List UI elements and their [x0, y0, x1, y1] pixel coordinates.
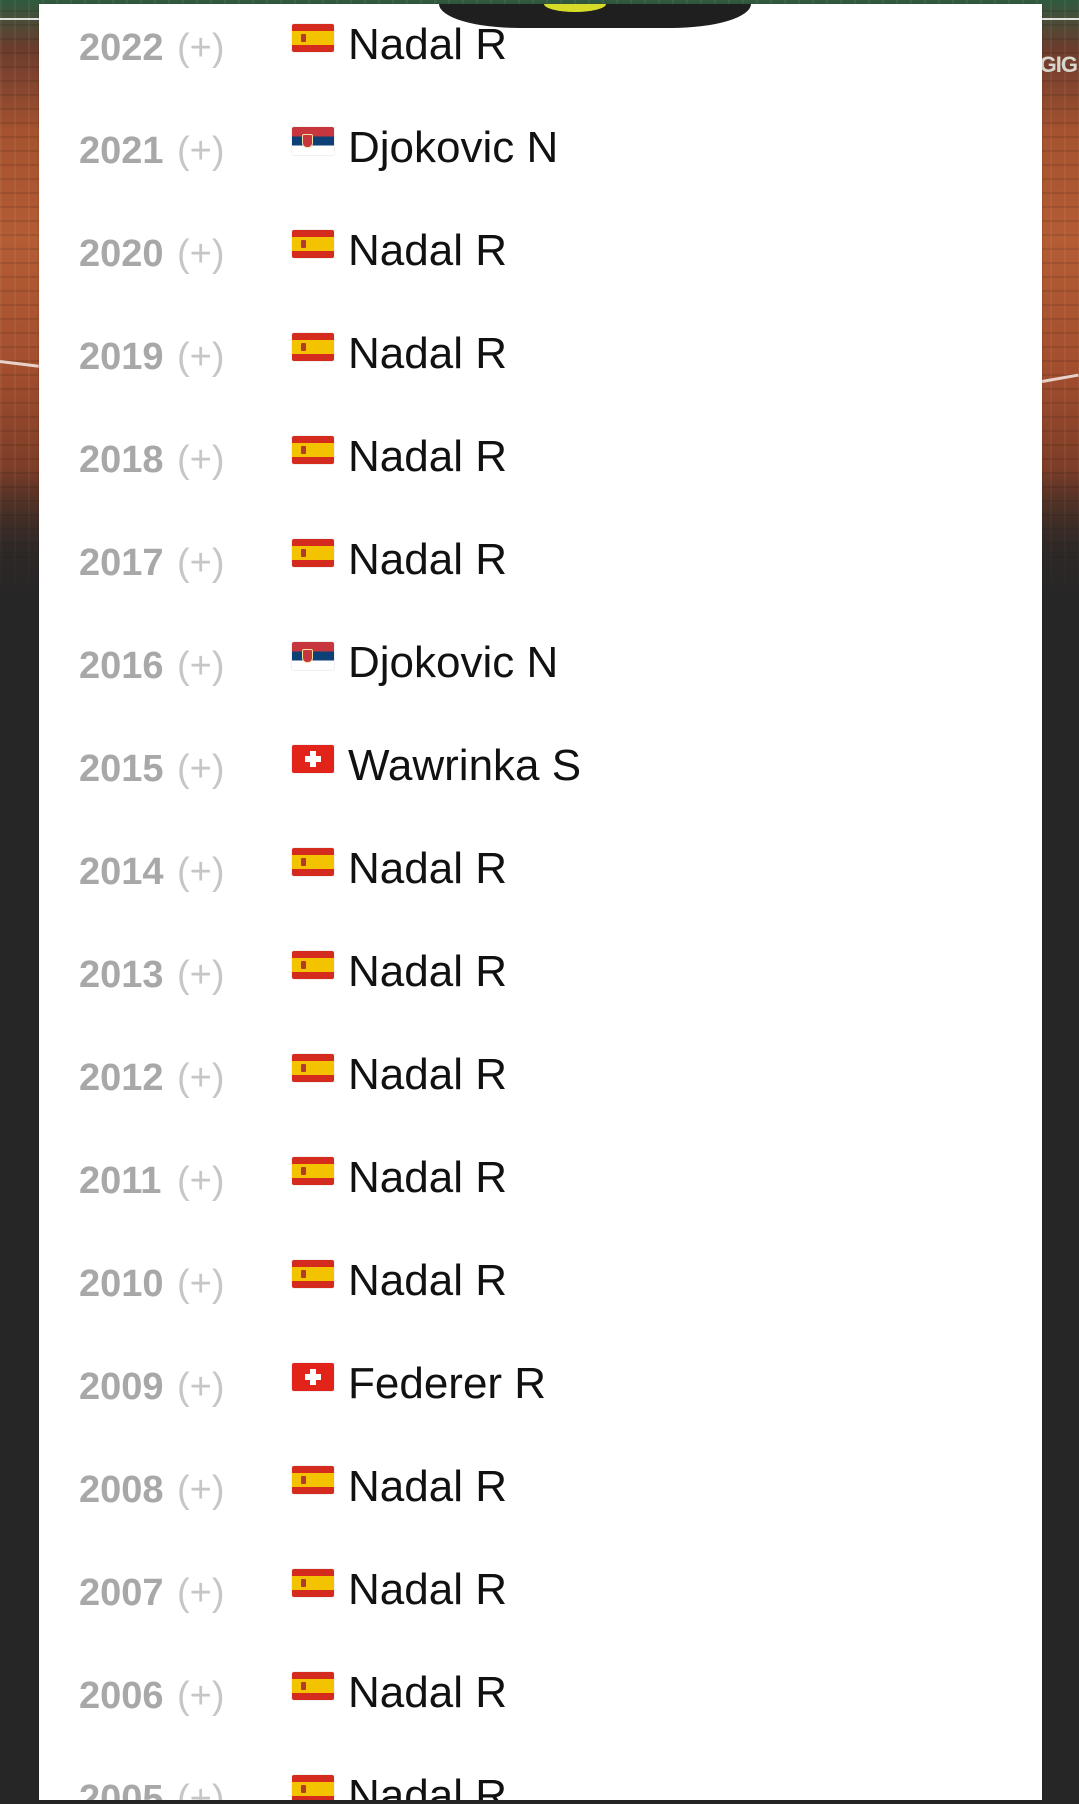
- winner-row: 2013 (+) Nadal R: [39, 917, 1042, 1020]
- year-label: 2015: [79, 748, 164, 790]
- year-label: 2013: [79, 954, 164, 996]
- player-name-link[interactable]: Djokovic N: [348, 123, 558, 173]
- player-name-link[interactable]: Nadal R: [348, 226, 507, 276]
- winners-list: 2022 (+) Nadal R 2021 (+) Djokovic N 2020 (+) Na…: [39, 4, 1042, 1800]
- player-name-link[interactable]: Federer R: [348, 1359, 546, 1409]
- expand-details-button[interactable]: (+): [177, 1159, 225, 1203]
- year-label: 2018: [79, 439, 164, 481]
- expand-details-button[interactable]: (+): [177, 26, 225, 70]
- winner-row: 2020 (+) Nadal R: [39, 196, 1042, 299]
- spain-flag-icon: [292, 230, 334, 258]
- spain-flag-icon: [292, 1260, 334, 1288]
- winner-row: 2016 (+) Djokovic N: [39, 608, 1042, 711]
- winner-row: 2010 (+) Nadal R: [39, 1226, 1042, 1329]
- player-name-link[interactable]: Nadal R: [348, 1771, 507, 1800]
- winners-list-panel: 2022 (+) Nadal R 2021 (+) Djokovic N 2020 (+) Na…: [39, 4, 1042, 1800]
- year-label: 2006: [79, 1675, 164, 1717]
- expand-details-button[interactable]: (+): [177, 335, 225, 379]
- winner-row: 2014 (+) Nadal R: [39, 814, 1042, 917]
- winner-row: 2005 (+) Nadal R: [39, 1741, 1042, 1800]
- spain-flag-icon: [292, 848, 334, 876]
- expand-details-button[interactable]: (+): [177, 1365, 225, 1409]
- expand-details-button[interactable]: (+): [177, 1571, 225, 1615]
- tennis-net-left: [0, 18, 39, 20]
- player-name-link[interactable]: Nadal R: [348, 1153, 507, 1203]
- spain-flag-icon: [292, 1157, 334, 1185]
- year-label: 2012: [79, 1057, 164, 1099]
- switzerland-flag-icon: [292, 1363, 334, 1391]
- spain-flag-icon: [292, 1775, 334, 1800]
- spain-flag-icon: [292, 333, 334, 361]
- serbia-flag-icon: [292, 642, 334, 670]
- expand-details-button[interactable]: (+): [177, 1468, 225, 1512]
- player-name-link[interactable]: Nadal R: [348, 535, 507, 585]
- player-name-link[interactable]: Nadal R: [348, 432, 507, 482]
- winner-row: 2015 (+) Wawrinka S: [39, 711, 1042, 814]
- year-label: 2019: [79, 336, 164, 378]
- expand-details-button[interactable]: (+): [177, 953, 225, 997]
- expand-details-button[interactable]: (+): [177, 438, 225, 482]
- winner-row: 2012 (+) Nadal R: [39, 1020, 1042, 1123]
- court-line-left: [0, 360, 39, 368]
- winner-row: 2019 (+) Nadal R: [39, 299, 1042, 402]
- year-label: 2016: [79, 645, 164, 687]
- player-name-link[interactable]: Nadal R: [348, 329, 507, 379]
- tennis-net-right: [1042, 18, 1079, 20]
- year-label: 2011: [79, 1160, 162, 1202]
- player-name-link[interactable]: Djokovic N: [348, 638, 558, 688]
- spain-flag-icon: [292, 539, 334, 567]
- winner-row: 2022 (+) Nadal R: [39, 4, 1042, 93]
- spain-flag-icon: [292, 1569, 334, 1597]
- spain-flag-icon: [292, 951, 334, 979]
- year-label: 2020: [79, 233, 164, 275]
- year-label: 2009: [79, 1366, 164, 1408]
- player-name-link[interactable]: Nadal R: [348, 1668, 507, 1718]
- year-label: 2008: [79, 1469, 164, 1511]
- spain-flag-icon: [292, 1466, 334, 1494]
- player-name-link[interactable]: Nadal R: [348, 1462, 507, 1512]
- expand-details-button[interactable]: (+): [177, 1262, 225, 1306]
- expand-details-button[interactable]: (+): [177, 747, 225, 791]
- year-label: 2022: [79, 27, 164, 69]
- expand-details-button[interactable]: (+): [177, 1056, 225, 1100]
- player-name-link[interactable]: Nadal R: [348, 844, 507, 894]
- spain-flag-icon: [292, 24, 334, 52]
- year-label: 2021: [79, 130, 164, 172]
- winner-row: 2021 (+) Djokovic N: [39, 93, 1042, 196]
- player-name-link[interactable]: Nadal R: [348, 1256, 507, 1306]
- switzerland-flag-icon: [292, 745, 334, 773]
- sponsor-logo-text: GIG: [1039, 52, 1078, 77]
- player-name-link[interactable]: Nadal R: [348, 20, 507, 70]
- winner-row: 2008 (+) Nadal R: [39, 1432, 1042, 1535]
- winner-row: 2011 (+) Nadal R: [39, 1123, 1042, 1226]
- year-label: 2010: [79, 1263, 164, 1305]
- year-label: 2007: [79, 1572, 164, 1614]
- player-name-link[interactable]: Nadal R: [348, 947, 507, 997]
- winner-row: 2018 (+) Nadal R: [39, 402, 1042, 505]
- expand-details-button[interactable]: (+): [177, 644, 225, 688]
- spain-flag-icon: [292, 1672, 334, 1700]
- year-label: 2014: [79, 851, 164, 893]
- expand-details-button[interactable]: (+): [177, 1674, 225, 1718]
- player-name-link[interactable]: Nadal R: [348, 1050, 507, 1100]
- winner-row: 2006 (+) Nadal R: [39, 1638, 1042, 1741]
- year-label: 2017: [79, 542, 164, 584]
- expand-details-button[interactable]: (+): [177, 1777, 225, 1800]
- expand-details-button[interactable]: (+): [177, 129, 225, 173]
- winner-row: 2007 (+) Nadal R: [39, 1535, 1042, 1638]
- serbia-flag-icon: [292, 127, 334, 155]
- expand-details-button[interactable]: (+): [177, 850, 225, 894]
- winner-row: 2017 (+) Nadal R: [39, 505, 1042, 608]
- spain-flag-icon: [292, 436, 334, 464]
- court-line-right: [1041, 373, 1079, 383]
- expand-details-button[interactable]: (+): [177, 541, 225, 585]
- expand-details-button[interactable]: (+): [177, 232, 225, 276]
- spain-flag-icon: [292, 1054, 334, 1082]
- year-label: 2005: [79, 1778, 164, 1800]
- winner-row: 2009 (+) Federer R: [39, 1329, 1042, 1432]
- player-name-link[interactable]: Wawrinka S: [348, 741, 581, 791]
- player-name-link[interactable]: Nadal R: [348, 1565, 507, 1615]
